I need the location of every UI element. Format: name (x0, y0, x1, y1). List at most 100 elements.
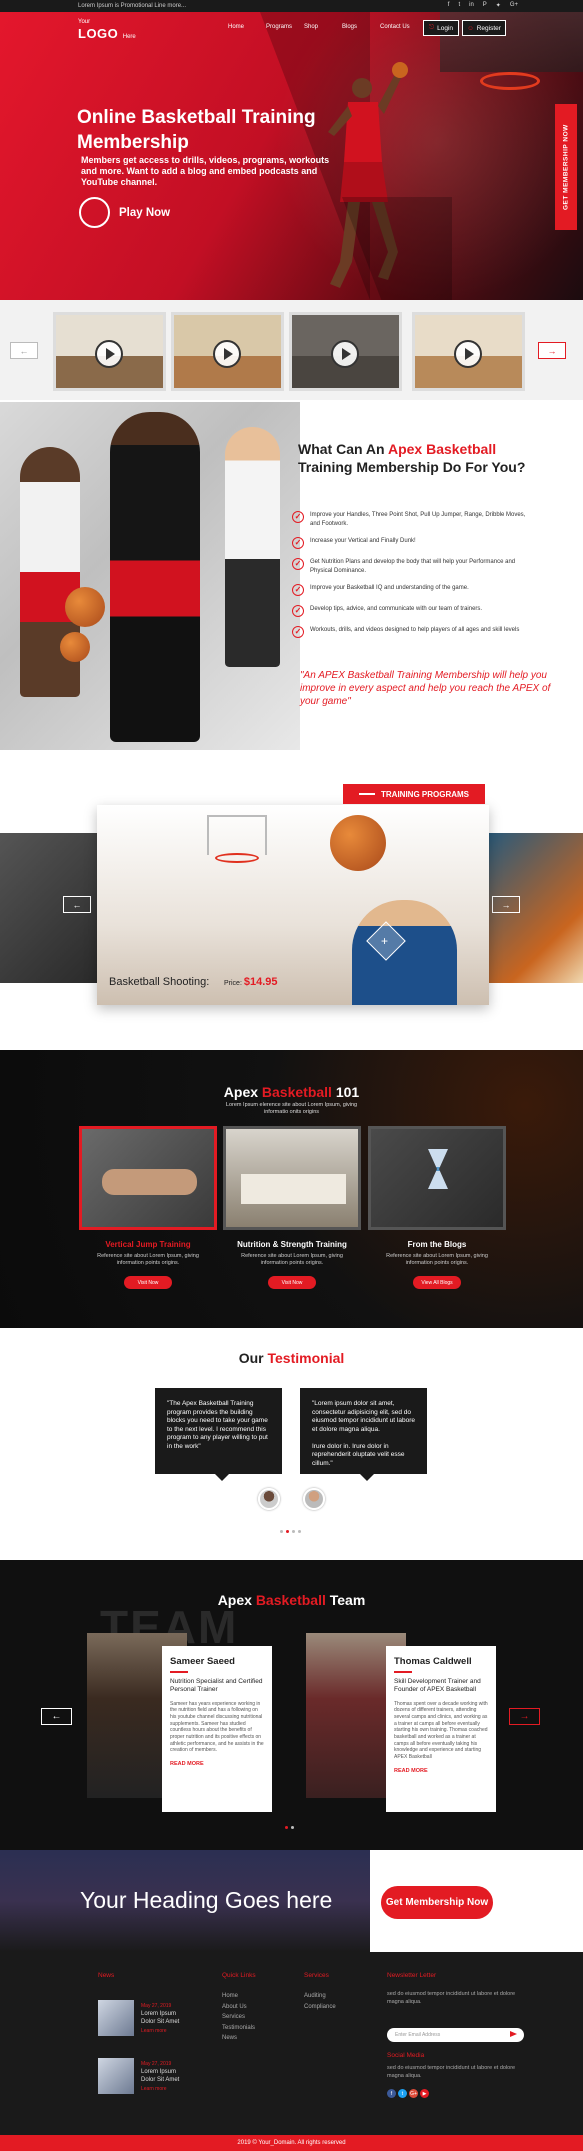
newsletter-email-input[interactable]: Enter Email Address (387, 2028, 524, 2042)
meeting-image (223, 1126, 361, 1230)
list-item: ✓ Develop tips, advice, and communicate w… (292, 605, 532, 617)
top-social-links: f t in P ✦ G+ (448, 2, 518, 9)
benefits-title: What Can An Apex Basketball Training Mem… (298, 441, 526, 475)
video-thumb[interactable] (289, 312, 402, 391)
news-thumbnail (98, 2058, 134, 2094)
training-programs-label: TRAINING PROGRAMS (343, 784, 485, 804)
nav-blogs[interactable]: Blogs (342, 24, 380, 30)
next-arrow-icon[interactable]: → (492, 896, 520, 913)
cta-heading: Your Heading Goes here (80, 1887, 333, 1913)
read-more-link[interactable]: READ MORE (394, 1768, 488, 1774)
benefits-list: ✓ Improve your Handles, Three Point Shot,… (292, 511, 532, 647)
prev-arrow-icon[interactable]: ← (41, 1708, 72, 1725)
login-icon: ⎋ (428, 24, 435, 31)
section-subtitle: Lorem Ipsum elerence site about Lorem Ip… (225, 1102, 358, 1115)
program-card[interactable]: + Basketball Shooting: Price: $14.95 (97, 805, 489, 1005)
facebook-icon[interactable]: f (448, 2, 450, 9)
avatar (258, 1488, 280, 1510)
next-arrow-icon[interactable]: → (538, 342, 566, 359)
news-item[interactable]: May 27, 2019 Lorem Ipsum Dolor Sit Amet … (98, 2058, 188, 2094)
play-icon (331, 340, 359, 368)
get-membership-button[interactable]: Get Membership Now (381, 1886, 493, 1919)
check-icon: ✓ (292, 537, 304, 549)
youtube-icon[interactable]: ▶ (420, 2089, 429, 2098)
site-logo[interactable]: Your LOGO Here (78, 19, 136, 43)
main-nav: Home Programs Shop Blogs Contact Us (228, 24, 418, 30)
footer-quick-links: Quick Links Home About Us Services Testi… (222, 1972, 256, 2041)
footer-newsletter: Newsletter Letter sed do eiusmod tempor … (387, 1972, 516, 2005)
play-now-button[interactable]: Play Now (79, 197, 452, 300)
play-icon (79, 197, 452, 300)
footer-news: News (98, 1972, 115, 1979)
benefits-quote: "An APEX Basketball Training Membership … (300, 670, 551, 707)
login-button[interactable]: ⎋ Login (423, 20, 459, 36)
google-plus-icon[interactable]: G+ (510, 2, 518, 9)
check-icon: ✓ (292, 626, 304, 638)
testimonial-section: Our Testimonial "The Apex Basketball Tra… (0, 1328, 583, 1560)
testimonial-card: "The Apex Basketball Training program pr… (155, 1388, 282, 1481)
nav-home[interactable]: Home (228, 24, 266, 30)
carousel-dots[interactable] (280, 1530, 301, 1533)
video-thumb[interactable] (171, 312, 284, 391)
visit-now-button[interactable]: Visit Now (124, 1276, 172, 1289)
avatar (303, 1488, 325, 1510)
zoom-plus-icon[interactable]: + (381, 934, 388, 948)
program-caption: Basketball Shooting: (109, 976, 210, 988)
basketball-image (330, 815, 386, 871)
get-membership-side-tab[interactable]: GET MEMBERSHIP NOW (555, 104, 577, 230)
coach-players-image (0, 402, 300, 750)
video-thumb[interactable] (53, 312, 166, 391)
handshake-image (79, 1126, 217, 1230)
google-plus-icon[interactable]: G+ (409, 2089, 418, 2098)
card-blogs: From the Blogs Reference site about Lore… (368, 1126, 506, 1289)
list-item: ✓ Improve your Basketball IQ and understa… (292, 584, 532, 596)
footer-services: Services Auditing Compliance (304, 1972, 336, 2010)
twitter-icon[interactable]: t (458, 2, 460, 9)
pinterest-icon[interactable]: P (483, 2, 487, 9)
linkedin-icon[interactable]: in (469, 2, 474, 9)
program-price: Price: $14.95 (224, 976, 278, 988)
hero-title: Online Basketball Training Membership (77, 107, 316, 153)
nav-contact[interactable]: Contact Us (380, 24, 418, 30)
testimonial-card: "Lorem ipsum dolor sit amet, consectetur… (300, 1388, 427, 1481)
team-section: TEAM Apex Basketball Team ← → Sameer Sae… (0, 1560, 583, 1850)
section-title: Apex Basketball 101 (223, 1084, 360, 1100)
prev-arrow-icon[interactable]: ← (10, 342, 38, 359)
footer-social: Social Media sed do eiusmod tempor incid… (387, 2052, 516, 2079)
check-icon: ✓ (292, 605, 304, 617)
twitter-icon[interactable]: t (398, 2089, 407, 2098)
check-icon: ✓ (292, 511, 304, 523)
play-icon (213, 340, 241, 368)
carousel-dots[interactable] (285, 1826, 294, 1829)
card-nutrition: Nutrition & Strength Training Reference … (223, 1126, 361, 1289)
copyright-bar: 2019 © Your_Domain. All rights reserved (0, 2135, 583, 2151)
send-icon (510, 2031, 517, 2037)
footer: News May 27, 2019 Lorem Ipsum Dolor Sit … (0, 1952, 583, 2135)
read-more-link[interactable]: READ MORE (170, 1761, 264, 1767)
footer-social-icons: f t G+ ▶ (387, 2089, 429, 2098)
list-item: ✓ Workouts, drills, and videos designed t… (292, 626, 532, 638)
nav-programs[interactable]: Programs (266, 24, 304, 30)
visit-now-button[interactable]: Visit Now (268, 1276, 316, 1289)
next-arrow-icon[interactable]: → (509, 1708, 540, 1725)
news-thumbnail (98, 2000, 134, 2036)
prev-arrow-icon[interactable]: ← (63, 896, 91, 913)
yelp-icon[interactable]: ✦ (496, 2, 501, 9)
section-title: Apex Basketball Team (217, 1592, 366, 1608)
nav-shop[interactable]: Shop (304, 24, 342, 30)
list-item: ✓ Improve your Handles, Three Point Shot,… (292, 511, 532, 528)
card-vertical-jump: Vertical Jump Training Reference site ab… (79, 1126, 217, 1289)
top-bar: Lorem Ipsum is Promotional Line more... … (0, 0, 583, 12)
child-player-image (352, 900, 457, 1005)
hourglass-image (368, 1126, 506, 1230)
facebook-icon[interactable]: f (387, 2089, 396, 2098)
team-card: Thomas Caldwell Skill Development Traine… (386, 1646, 496, 1812)
news-item[interactable]: May 27, 2019 Lorem Ipsum Dolor Sit Amet … (98, 2000, 188, 2036)
register-button[interactable]: ☺ Register (462, 20, 506, 36)
video-thumb[interactable] (412, 312, 525, 391)
promo-line[interactable]: Lorem Ipsum is Promotional Line more... (78, 3, 186, 9)
user-icon: ☺ (467, 24, 474, 32)
apex-101-section: Apex Basketball 101 Lorem Ipsum elerence… (0, 1050, 583, 1328)
check-icon: ✓ (292, 558, 304, 570)
view-all-blogs-button[interactable]: View All Blogs (413, 1276, 461, 1289)
